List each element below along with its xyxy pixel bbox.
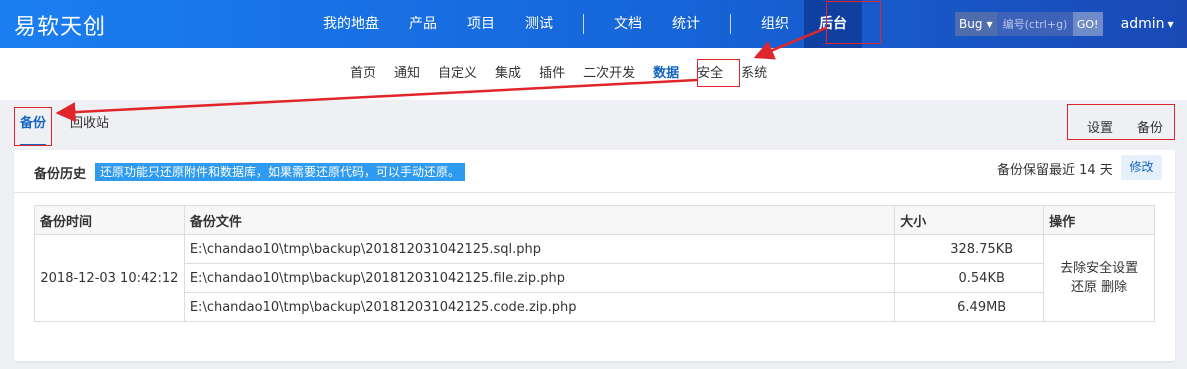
table-row: E:\chandao10\tmp\backup\201812031042125.… <box>35 263 1155 293</box>
column-header: 大小 <box>894 205 1045 235</box>
page-tabs: 备份 回收站 设置 备份 <box>14 106 1175 146</box>
nav-item-product[interactable]: 产品 <box>394 0 452 48</box>
caret-down-icon: ▼ <box>1167 19 1174 29</box>
restore-link[interactable]: 还原 <box>1071 280 1097 295</box>
nav-divider <box>730 14 731 34</box>
tab-backup[interactable]: 备份 <box>20 106 47 146</box>
table-row: 2018-12-03 10:42:12 E:\chandao10\tmp\bac… <box>34 234 1155 322</box>
remove-security-link[interactable]: 去除安全设置 <box>1060 261 1138 276</box>
user-name: admin <box>1120 16 1165 32</box>
panel-header: 备份历史 还原功能只还原附件和数据库，如果需要还原代码，可以手动还原。 备份保留… <box>14 150 1175 193</box>
retention-text: 备份保留最近 14 天 <box>997 163 1113 178</box>
backup-file: E:\chandao10\tmp\backup\201812031042125.… <box>183 263 896 293</box>
nav-item-test[interactable]: 测试 <box>510 0 568 48</box>
nav-divider <box>583 14 584 34</box>
nav-item-admin[interactable]: 后台 <box>804 0 862 48</box>
backup-panel: 备份历史 还原功能只还原附件和数据库，如果需要还原代码，可以手动还原。 备份保留… <box>14 150 1175 361</box>
subnav-item-custom[interactable]: 自定义 <box>429 61 486 87</box>
tab-recycle[interactable]: 回收站 <box>70 106 109 146</box>
search-type-select[interactable]: Bug ▼ <box>955 12 997 36</box>
column-header: 备份时间 <box>34 205 185 235</box>
nav-item-report[interactable]: 统计 <box>657 0 715 48</box>
subnav-item-index[interactable]: 首页 <box>341 61 385 87</box>
tab-actions: 设置 备份 <box>1075 106 1175 146</box>
nav-item-company[interactable]: 组织 <box>746 0 804 48</box>
backup-time: 2018-12-03 10:42:12 <box>34 234 185 322</box>
sub-nav: 首页 通知 自定义 集成 插件 二次开发 数据 安全 系统 <box>0 48 1187 100</box>
subnav-item-dev[interactable]: 二次开发 <box>574 61 644 87</box>
subnav-item-integration[interactable]: 集成 <box>486 61 530 87</box>
top-navbar: 易软天创 我的地盘 产品 项目 测试 文档 统计 组织 后台 Bug ▼ GO!… <box>0 0 1187 48</box>
main-nav: 我的地盘 产品 项目 测试 文档 统计 组织 后台 <box>308 0 862 48</box>
table-header-row: 备份时间 备份文件 大小 操作 <box>34 205 1155 235</box>
backup-button[interactable]: 备份 <box>1125 117 1175 136</box>
top-search: Bug ▼ GO! admin ▼ <box>955 12 1174 36</box>
table-row: E:\chandao10\tmp\backup\201812031042125.… <box>35 292 1155 322</box>
settings-button[interactable]: 设置 <box>1075 117 1125 136</box>
search-input[interactable] <box>996 12 1073 36</box>
delete-link[interactable]: 删除 <box>1101 280 1127 295</box>
nav-item-doc[interactable]: 文档 <box>599 0 657 48</box>
edit-retention-button[interactable]: 修改 <box>1121 155 1162 180</box>
caret-down-icon: ▼ <box>986 19 993 29</box>
backup-file: E:\chandao10\tmp\backup\201812031042125.… <box>183 292 896 322</box>
backup-size: 328.75KB <box>894 234 1045 264</box>
subnav-item-security[interactable]: 安全 <box>688 61 732 87</box>
nav-item-project[interactable]: 项目 <box>452 0 510 48</box>
subnav-item-message[interactable]: 通知 <box>385 61 429 87</box>
subnav-item-extension[interactable]: 插件 <box>530 61 574 87</box>
backup-table: 备份时间 备份文件 大小 操作 2018-12-03 10:42:12 E:\c… <box>34 205 1155 322</box>
search-type-label: Bug <box>959 17 983 31</box>
subnav-item-system[interactable]: 系统 <box>732 61 776 87</box>
backup-actions: 去除安全设置 还原 删除 <box>1043 234 1155 322</box>
app-logo[interactable]: 易软天创 <box>14 9 106 41</box>
backup-size: 6.49MB <box>894 292 1045 322</box>
subnav-item-data[interactable]: 数据 <box>644 61 688 87</box>
user-menu[interactable]: admin ▼ <box>1121 16 1174 32</box>
search-go-button[interactable]: GO! <box>1072 12 1103 36</box>
backup-file: E:\chandao10\tmp\backup\201812031042125.… <box>183 234 896 264</box>
column-header: 操作 <box>1043 205 1155 235</box>
backup-size: 0.54KB <box>894 263 1045 293</box>
nav-item-my[interactable]: 我的地盘 <box>308 0 394 48</box>
restore-hint: 还原功能只还原附件和数据库，如果需要还原代码，可以手动还原。 <box>95 163 466 181</box>
panel-title: 备份历史 <box>34 167 87 182</box>
column-header: 备份文件 <box>183 205 896 235</box>
